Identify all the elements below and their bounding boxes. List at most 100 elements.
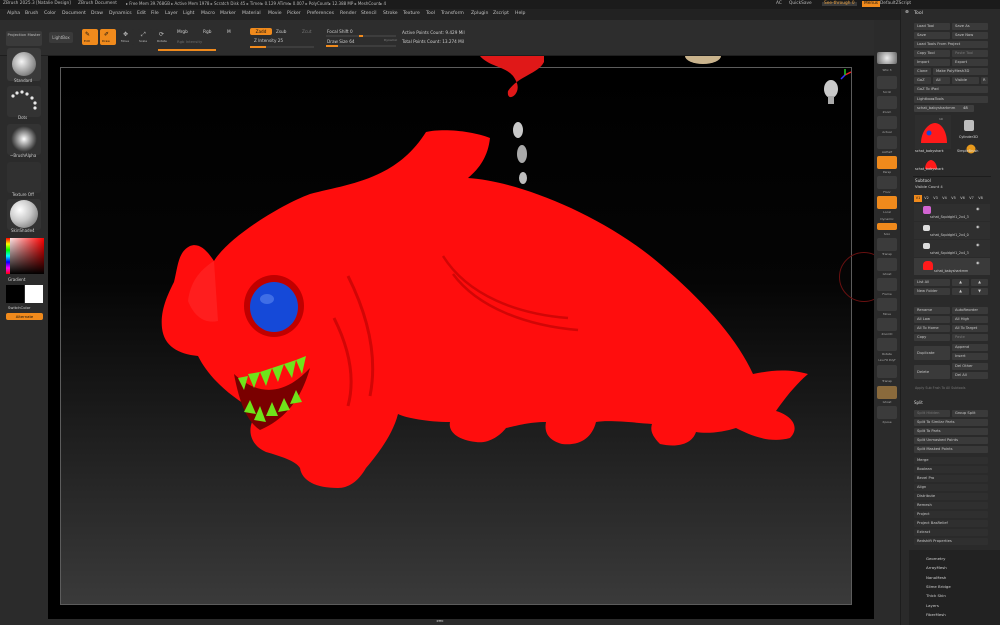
menu-file[interactable]: File (151, 11, 159, 17)
eye-icon[interactable]: ◉ (976, 225, 980, 229)
arrow-down-icon[interactable]: ▼ (971, 288, 988, 295)
menu-transform[interactable]: Transform (441, 11, 464, 17)
v-tab-5[interactable]: V5 (949, 195, 958, 202)
persp-button[interactable] (877, 156, 897, 169)
close-palette-icon[interactable]: ⊗ (905, 10, 909, 15)
save-now-button[interactable]: Save Now (952, 32, 988, 39)
seethrough-slider[interactable]: See-through 0 (822, 1, 857, 7)
merge-section[interactable]: Merge (914, 457, 988, 464)
default-zscript[interactable]: DefaultZScript (880, 1, 911, 6)
edit-mode-button[interactable]: ✎ Edit (82, 29, 98, 45)
xpose-button[interactable] (877, 406, 897, 419)
distribute-section[interactable]: Distribute (914, 493, 988, 500)
goz-r-button[interactable]: R (981, 77, 988, 84)
zsub-button[interactable]: Zsub (276, 29, 286, 34)
mrgb-button[interactable]: Mrgb (177, 30, 188, 35)
menu-zscript[interactable]: Zscript (493, 11, 509, 17)
move-up-icon[interactable]: ▲ (952, 279, 969, 286)
rename-button[interactable]: Rename (914, 307, 950, 314)
rotate-mode-button[interactable]: ⟳ Rotate (156, 29, 170, 45)
copy-tool-button[interactable]: Copy Tool (914, 50, 950, 57)
v-tab-3[interactable]: V3 (931, 195, 940, 202)
import-button[interactable]: Import (914, 59, 950, 66)
split-similar-button[interactable]: Split To Similar Parts (914, 419, 988, 426)
remesh-section[interactable]: Remesh (914, 502, 988, 509)
m-button[interactable]: M (227, 30, 231, 35)
new-folder-button[interactable]: New Folder (914, 288, 950, 295)
secondary-color-swatch[interactable] (25, 285, 43, 303)
boolean-section[interactable]: Boolean (914, 466, 988, 473)
move-mode-button[interactable]: ✥ Move (120, 29, 134, 45)
scale-mode-button[interactable]: ⤢ Scale (138, 29, 152, 45)
menu-picker[interactable]: Picker (287, 11, 301, 17)
zcut-button[interactable]: Zcut (302, 29, 311, 34)
lightbox-tools-button[interactable]: Lightbox▸Tools (914, 96, 988, 103)
v-tab-1[interactable]: V1 (914, 195, 922, 202)
local-button[interactable] (877, 196, 897, 209)
all-low-button[interactable]: All Low (914, 316, 950, 323)
all-high-button[interactable]: All High (952, 316, 988, 323)
bottom-handle-icon[interactable]: ◂▬▸ (436, 619, 444, 623)
del-all-button[interactable]: Del All (952, 372, 988, 379)
paste-subtool-button[interactable]: Paste (952, 334, 988, 341)
focal-shift-slider[interactable]: Focal Shift 0 (327, 29, 353, 34)
frame-button[interactable] (877, 278, 897, 291)
layers-subpalette[interactable]: Layers (926, 603, 939, 608)
goz-ipad-button[interactable]: GoZ To iPad (914, 86, 988, 93)
menu-stroke[interactable]: Stroke (383, 11, 398, 17)
eye-icon[interactable]: ◉ (976, 243, 980, 247)
copy-subtool-button[interactable]: Copy (914, 334, 950, 341)
v-tab-8[interactable]: V8 (976, 195, 985, 202)
extract-section[interactable]: Extract (914, 529, 988, 536)
menu-movie[interactable]: Movie (268, 11, 282, 17)
draw-size-slider[interactable]: Draw Size 64 (327, 39, 355, 44)
menu-tool[interactable]: Tool (426, 11, 435, 17)
goz-visible-button[interactable]: Visible (952, 77, 979, 84)
list-all-button[interactable]: List All (914, 279, 950, 286)
nanomesh-subpalette[interactable]: NanoMesh (926, 575, 946, 580)
axis-gizmo[interactable] (838, 68, 852, 82)
menu-material[interactable]: Material (242, 11, 261, 17)
spix-icon[interactable] (877, 52, 897, 64)
menu-brush[interactable]: Brush (25, 11, 38, 17)
menu-layer[interactable]: Layer (165, 11, 178, 17)
tool-palette-title[interactable]: Tool (914, 11, 923, 16)
move-down-icon[interactable]: ▲ (971, 279, 988, 286)
projection-master-button[interactable]: Projection Master (6, 31, 42, 46)
scroll-button[interactable] (877, 76, 897, 89)
menu-document[interactable]: Document (62, 11, 86, 17)
project-section[interactable]: Project (914, 511, 988, 518)
color-picker[interactable] (6, 238, 44, 274)
menu-texture[interactable]: Texture (403, 11, 420, 17)
autoreorder-button[interactable]: AutoReorder (952, 307, 988, 314)
v-tab-4[interactable]: V4 (940, 195, 949, 202)
split-masked-button[interactable]: Split Masked Points (914, 446, 988, 453)
subtool-item[interactable]: schat_Squidgirl1_2x4_3 ◉ (914, 204, 990, 221)
split-unmasked-button[interactable]: Split Unmasked Points (914, 437, 988, 444)
eye-icon[interactable]: ◉ (976, 207, 980, 211)
menu-dynamics[interactable]: Dynamics (109, 11, 132, 17)
tool-thumb-shark-small[interactable] (923, 155, 939, 169)
brush-selector[interactable] (7, 48, 41, 81)
fibermesh-subpalette[interactable]: FiberMesh (926, 612, 946, 617)
split-parts-button[interactable]: Split To Parts (914, 428, 988, 435)
delete-button[interactable]: Delete (914, 365, 950, 379)
menu-color[interactable]: Color (44, 11, 56, 17)
rgb-button[interactable]: Rgb (203, 30, 211, 35)
z-intensity-slider[interactable]: Z Intensity 25 (254, 38, 283, 43)
zoomd-button[interactable] (877, 318, 897, 331)
rotate-view-button[interactable] (877, 338, 897, 351)
menu-alpha[interactable]: Alpha (7, 11, 20, 17)
geometry-subpalette[interactable]: Geometry (926, 556, 945, 561)
align-section[interactable]: Align (914, 484, 988, 491)
menu-stencil[interactable]: Stencil (361, 11, 377, 17)
menu-zplugin[interactable]: Zplugin (471, 11, 488, 17)
texture-selector[interactable] (7, 162, 41, 193)
transp-button[interactable] (877, 238, 897, 251)
quicksave-button[interactable]: QuickSave (789, 1, 812, 6)
all-to-home-button[interactable]: All To Home (914, 325, 950, 332)
apply-subdiv-button[interactable]: Apply Sub Fnsh To All Subtools (915, 386, 965, 390)
shark-model[interactable] (48, 56, 874, 619)
thick-skin-subpalette[interactable]: Thick Skin (926, 593, 946, 598)
subtool-item[interactable]: schat_Squidgirl1_2x4_0 ◉ (914, 222, 990, 239)
